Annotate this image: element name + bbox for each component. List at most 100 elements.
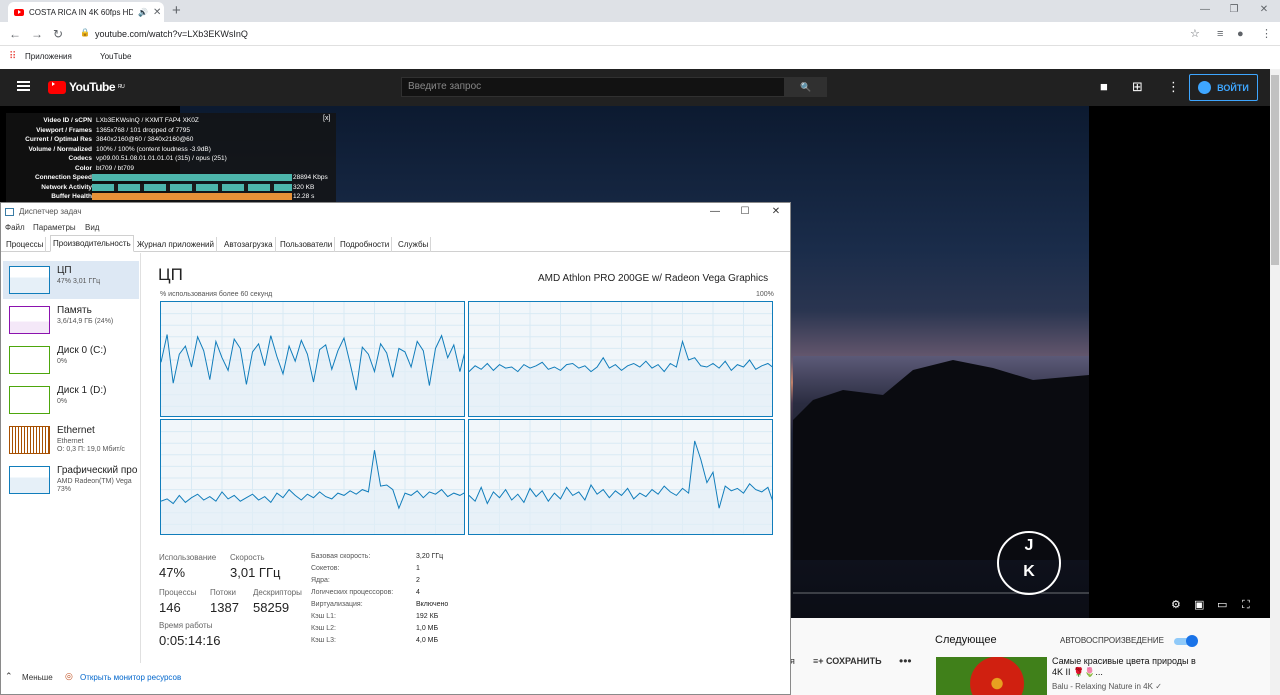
scrollbar-thumb[interactable] <box>1271 75 1279 265</box>
stats-label: Viewport / Frames <box>36 126 92 134</box>
sidebar-item[interactable]: ЦП 47% 3,01 ГГц <box>3 261 139 299</box>
collapse-icon[interactable]: ⌃ <box>5 671 13 682</box>
queue-icon[interactable]: ≡ <box>1217 26 1223 42</box>
apps-grid-icon[interactable]: ⊞ <box>1132 79 1143 95</box>
tab-3[interactable]: Автозагрузка <box>222 237 276 252</box>
fullscreen-icon[interactable]: ⛶ <box>1242 599 1250 611</box>
resource-monitor-link[interactable]: Открыть монитор ресурсов <box>80 673 181 682</box>
autoplay-toggle[interactable] <box>1174 635 1198 647</box>
minimize-button[interactable]: — <box>1191 2 1219 18</box>
tab-2[interactable]: Журнал приложений <box>135 237 217 252</box>
tm-close-button[interactable]: ✕ <box>761 203 791 221</box>
stats-value: LXb3EKWsInQ / KXMT FAP4 XK0Z <box>96 117 199 124</box>
recommended-channel[interactable]: Balu - Relaxing Nature in 4K ✓ <box>1052 682 1162 691</box>
tab-6[interactable]: Службы <box>396 237 432 252</box>
spec-value: 1 <box>416 565 420 572</box>
tm-maximize-button[interactable]: ☐ <box>730 203 760 221</box>
sidebar-item[interactable]: Диск 1 (D:) 0% <box>3 381 139 419</box>
spec-value: 4 <box>416 589 420 596</box>
tab-1[interactable]: Производительность <box>50 235 134 252</box>
task-manager-title: Диспетчер задач <box>19 207 82 216</box>
tm-minimize-button[interactable]: — <box>700 203 730 221</box>
browser-tab[interactable]: COSTA RICA IN 4K 60fps HDR 🔊 ✕ <box>8 2 164 22</box>
sidebar-item[interactable]: Память 3,6/14,9 ГБ (24%) <box>3 301 139 339</box>
menu-options[interactable]: Параметры <box>33 221 76 235</box>
browser-menu-icon[interactable]: ⋮ <box>1261 26 1272 42</box>
bookmark-apps[interactable]: Приложения <box>25 52 72 61</box>
sidebar-item[interactable]: Ethernet Ethernet О: 0,3 П: 19,0 Мбит/с <box>3 421 139 459</box>
util-max-label: 100% <box>756 291 774 298</box>
hamburger-menu-icon[interactable] <box>17 81 30 91</box>
speaker-icon[interactable]: 🔊 <box>138 8 148 17</box>
signin-button[interactable]: ВОЙТИ <box>1189 74 1258 101</box>
stats-value: 100% / 100% (content loudness -3.9dB) <box>96 145 211 153</box>
sidebar-detail: Ethernet <box>57 438 84 445</box>
watermark-j: J <box>1024 537 1034 554</box>
search-input[interactable]: Введите запрос <box>401 77 785 97</box>
theater-mode-icon[interactable]: ▭ <box>1217 599 1227 611</box>
stats-close-button[interactable]: [x] <box>323 115 330 122</box>
restore-button[interactable]: ❐ <box>1220 2 1248 18</box>
sidebar-item[interactable]: Графический про AMD Radeon(TM) Vega 73% <box>3 461 139 499</box>
menu-file[interactable]: Файл <box>5 221 25 235</box>
forward-button[interactable]: → <box>31 26 43 42</box>
usage-label: Использование <box>159 553 217 562</box>
stats-value: 12.28 s <box>293 193 315 200</box>
close-window-button[interactable]: ✕ <box>1250 2 1278 18</box>
logical-cpu-graph-3 <box>468 419 773 535</box>
bookmarks-bar: ⠿ Приложения YouTube <box>0 47 1280 67</box>
create-video-icon[interactable]: ■ <box>1100 79 1108 95</box>
processes-value: 146 <box>159 600 181 615</box>
autoplay-label: АВТОВОСПРОИЗВЕДЕНИЕ <box>1060 636 1164 645</box>
playlist-add-icon: ≡+ <box>813 656 824 666</box>
spec-value: 1,0 МБ <box>416 625 439 632</box>
recommended-title[interactable]: Самые красивые цвета природы в 4K II 🌹🌷.… <box>1052 656 1202 678</box>
stats-bar <box>92 193 292 200</box>
tm-sidebar: ЦП 47% 3,01 ГГц Память 3,6/14,9 ГБ (24%) Дис… <box>1 253 141 663</box>
lock-icon[interactable]: 🔒 <box>80 28 90 38</box>
menu-view[interactable]: Вид <box>85 221 99 235</box>
stats-row: Network Activity 320 KB <box>6 183 336 193</box>
new-tab-button[interactable]: + <box>172 2 181 20</box>
stats-value: 1365x768 / 101 dropped of 7795 <box>96 126 190 134</box>
stats-row: Current / Optimal Res 3840x2160@60 / 3840… <box>6 135 336 145</box>
star-icon[interactable]: ☆ <box>1190 26 1200 42</box>
video-progress-bar[interactable] <box>793 592 1089 594</box>
cpu-heading: ЦП <box>158 265 183 284</box>
fewer-details-link[interactable]: Меньше <box>22 673 53 682</box>
page-scrollbar[interactable] <box>1270 69 1280 695</box>
apps-grid-icon[interactable]: ⠿ <box>9 51 16 62</box>
miniplayer-icon[interactable]: ▣ <box>1194 599 1204 611</box>
youtube-favicon-icon <box>14 8 24 16</box>
save-button[interactable]: ≡+ СОХРАНИТЬ <box>813 656 882 666</box>
sidebar-name: Диск 1 (D:) <box>57 385 107 396</box>
youtube-logo[interactable]: YouTube RU <box>48 80 125 94</box>
back-button[interactable]: ← <box>9 26 21 42</box>
stats-row: Volume / Normalized 100% / 100% (content … <box>6 145 336 155</box>
stats-row: Viewport / Frames 1365x768 / 101 dropped … <box>6 126 336 136</box>
settings-icon[interactable]: ⚙ <box>1171 599 1181 611</box>
sidebar-item[interactable]: Диск 0 (C:) 0% <box>3 341 139 379</box>
sidebar-name: Ethernet <box>57 425 95 436</box>
channel-watermark[interactable]: J K <box>997 531 1061 595</box>
threads-value: 1387 <box>210 600 239 615</box>
search-button[interactable]: 🔍 <box>785 77 827 97</box>
recommended-thumbnail[interactable] <box>936 657 1047 695</box>
more-actions-icon[interactable]: ••• <box>899 654 912 668</box>
tab-5[interactable]: Подробности <box>338 237 393 252</box>
profile-icon[interactable]: ● <box>1237 26 1244 42</box>
bookmark-youtube[interactable]: YouTube <box>100 52 131 61</box>
uptime-label: Время работы <box>159 621 213 630</box>
tab-4[interactable]: Пользователи <box>278 237 336 252</box>
spec-value: 3,20 ГГц <box>416 553 444 560</box>
reload-button[interactable]: ↻ <box>53 26 63 42</box>
settings-menu-icon[interactable]: ⋮ <box>1167 79 1180 95</box>
threads-label: Потоки <box>210 588 237 597</box>
speed-label: Скорость <box>230 553 265 562</box>
handles-value: 58259 <box>253 600 290 615</box>
sidebar-mini-graph <box>9 266 50 294</box>
save-label: СОХРАНИТЬ <box>826 656 882 666</box>
close-tab-icon[interactable]: ✕ <box>153 7 161 18</box>
tab-0[interactable]: Процессы <box>4 237 47 252</box>
address-bar[interactable]: youtube.com/watch?v=LXb3EKWsInQ <box>95 28 248 40</box>
